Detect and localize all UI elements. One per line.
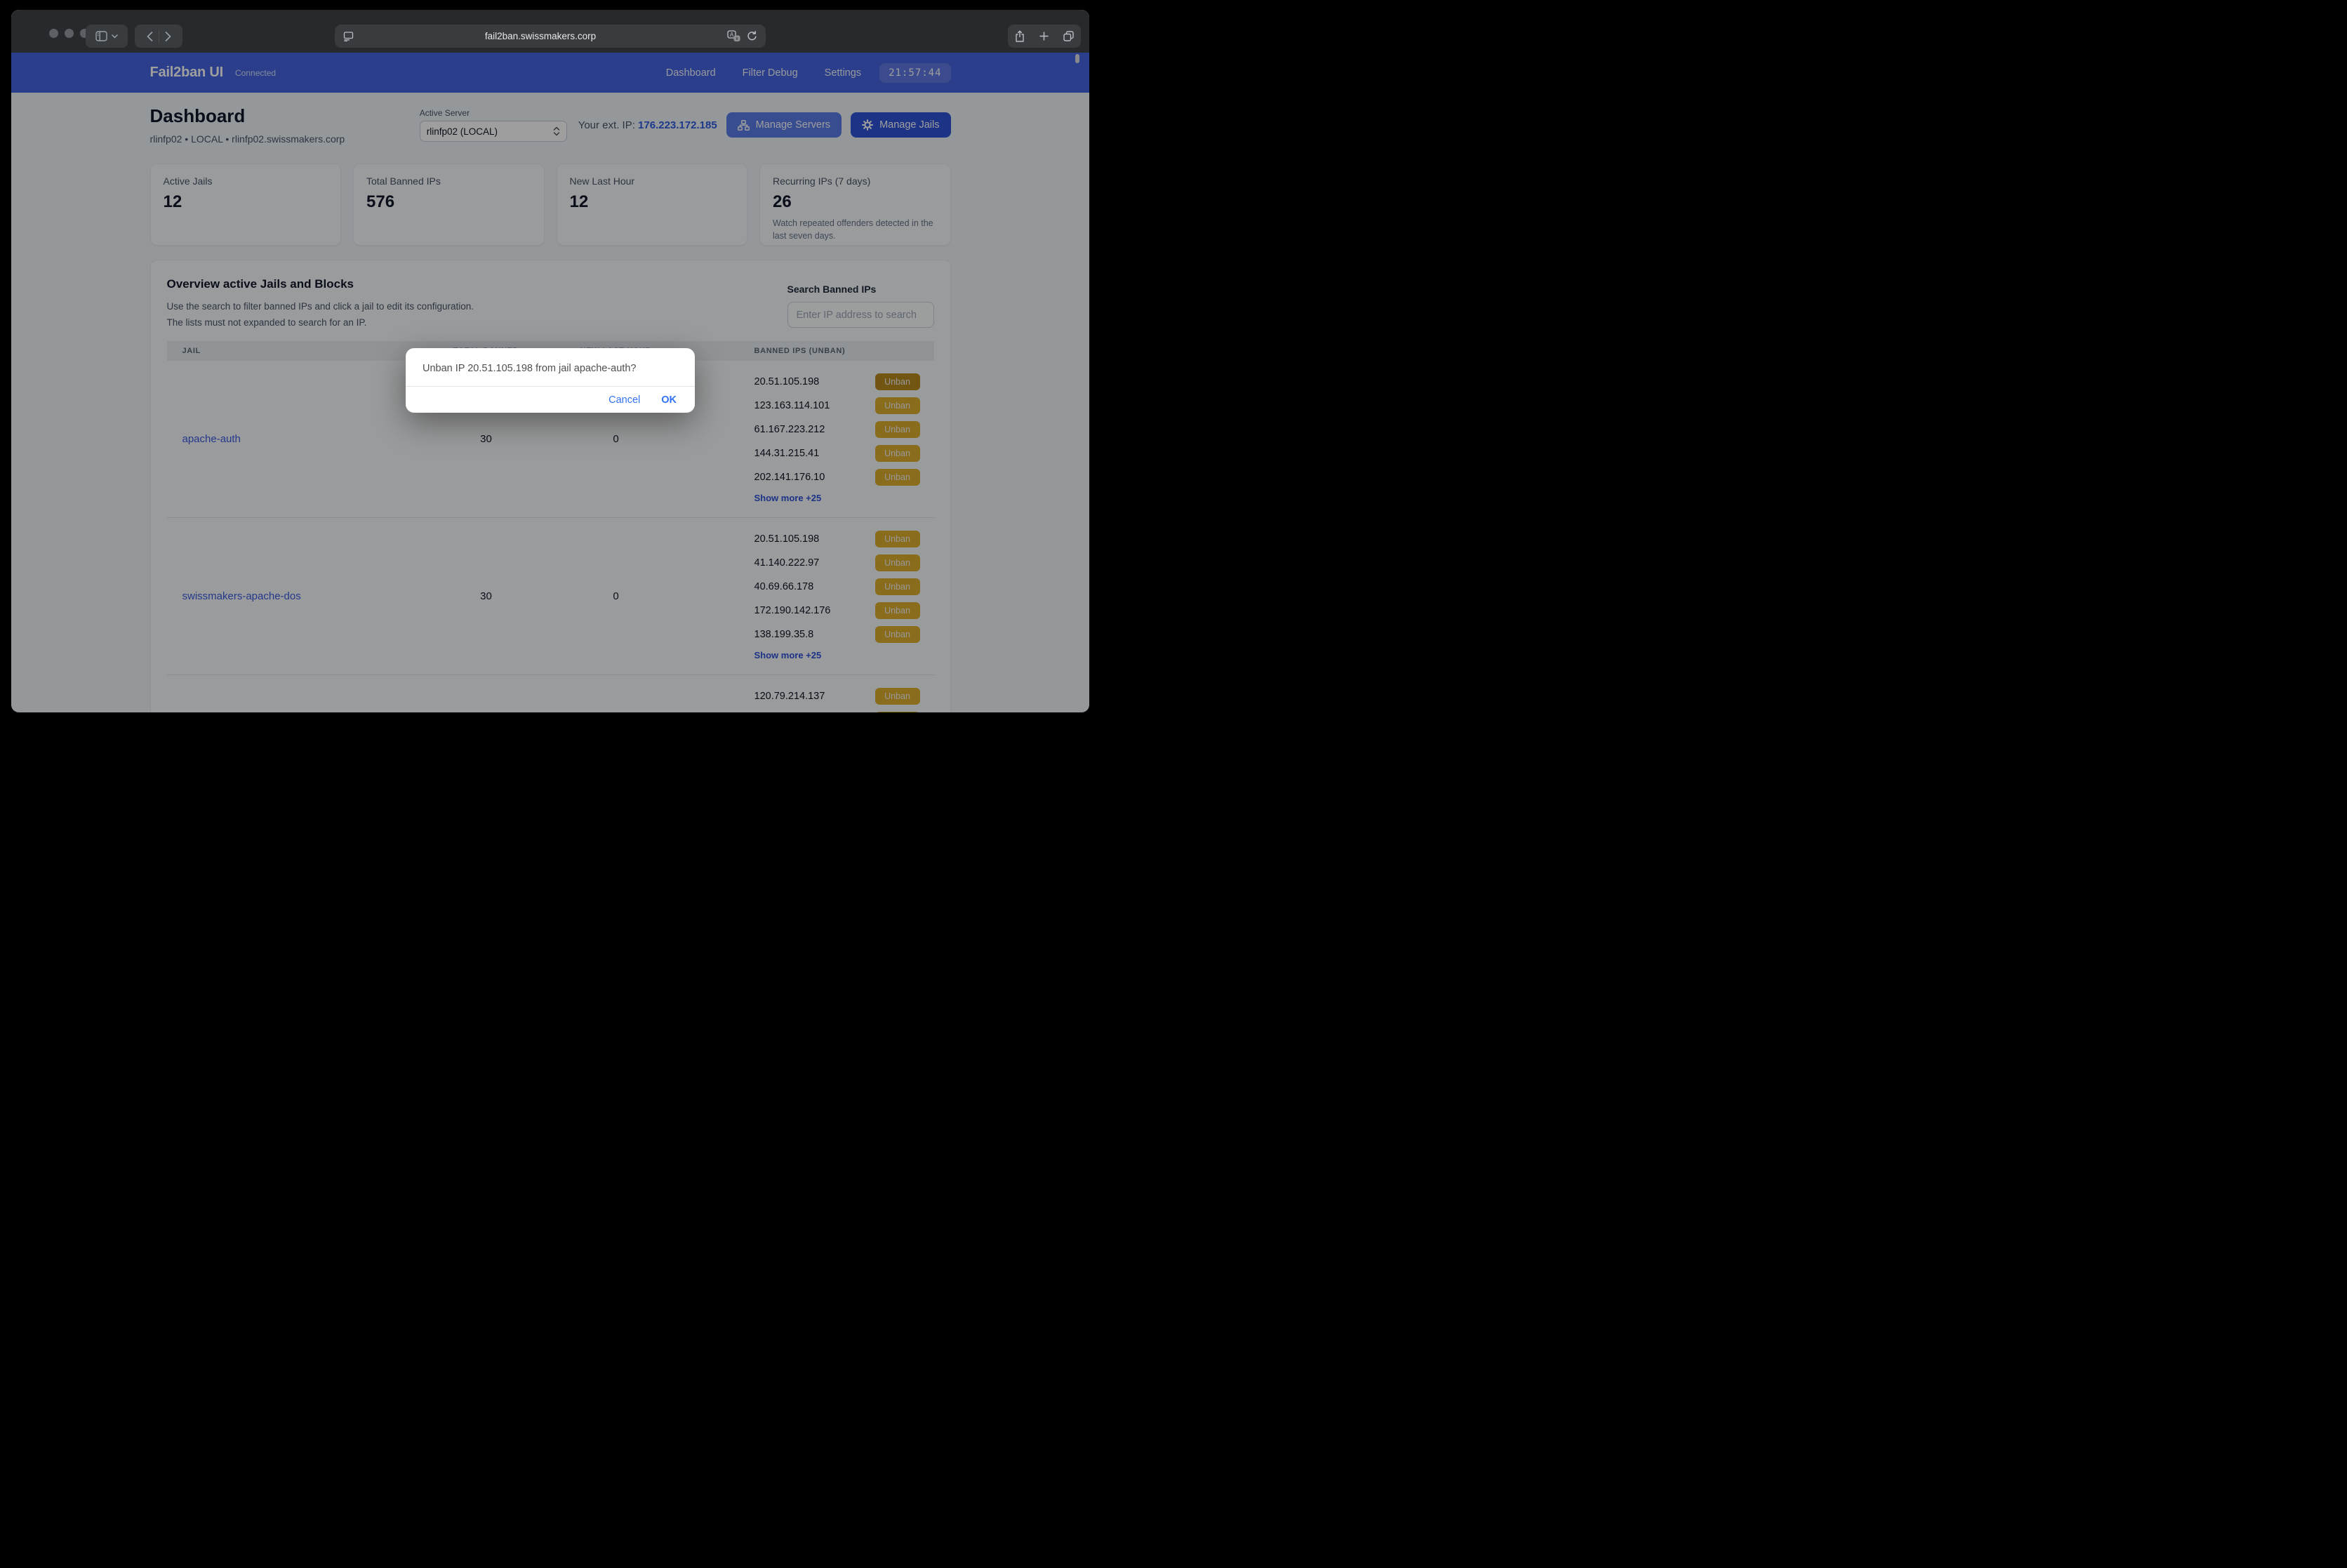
svg-text:A: A: [730, 32, 734, 38]
minimize-window-icon[interactable]: [65, 29, 74, 38]
reload-icon[interactable]: [747, 31, 757, 41]
new-tab-icon[interactable]: [1039, 32, 1049, 41]
share-icon[interactable]: [1015, 30, 1025, 42]
page-settings-icon[interactable]: [343, 32, 354, 41]
confirm-message: Unban IP 20.51.105.198 from jail apache-…: [406, 348, 695, 374]
close-window-icon[interactable]: [49, 29, 58, 38]
scrollbar-thumb[interactable]: [1075, 54, 1079, 63]
address-bar[interactable]: fail2ban.swissmakers.corp A x: [335, 25, 766, 48]
sidebar-toggle-button[interactable]: [86, 25, 128, 48]
confirm-dialog: Unban IP 20.51.105.198 from jail apache-…: [406, 348, 695, 413]
url-text: fail2ban.swissmakers.corp: [354, 31, 727, 41]
svg-text:x: x: [736, 36, 738, 41]
chevron-down-icon: [112, 34, 118, 39]
history-nav-buttons: [135, 25, 182, 48]
browser-window: fail2ban.swissmakers.corp A x: [11, 10, 1089, 712]
translate-icon[interactable]: A x: [727, 30, 741, 42]
cancel-button[interactable]: Cancel: [609, 394, 640, 406]
tab-overview-icon[interactable]: [1063, 31, 1074, 41]
toolbar-right-buttons: [1008, 25, 1081, 48]
ok-button[interactable]: OK: [661, 394, 677, 406]
back-icon[interactable]: [147, 32, 153, 41]
forward-icon[interactable]: [165, 32, 171, 41]
sidebar-icon: [95, 31, 107, 41]
browser-toolbar: fail2ban.swissmakers.corp A x: [11, 10, 1089, 53]
window-controls[interactable]: [49, 29, 89, 38]
